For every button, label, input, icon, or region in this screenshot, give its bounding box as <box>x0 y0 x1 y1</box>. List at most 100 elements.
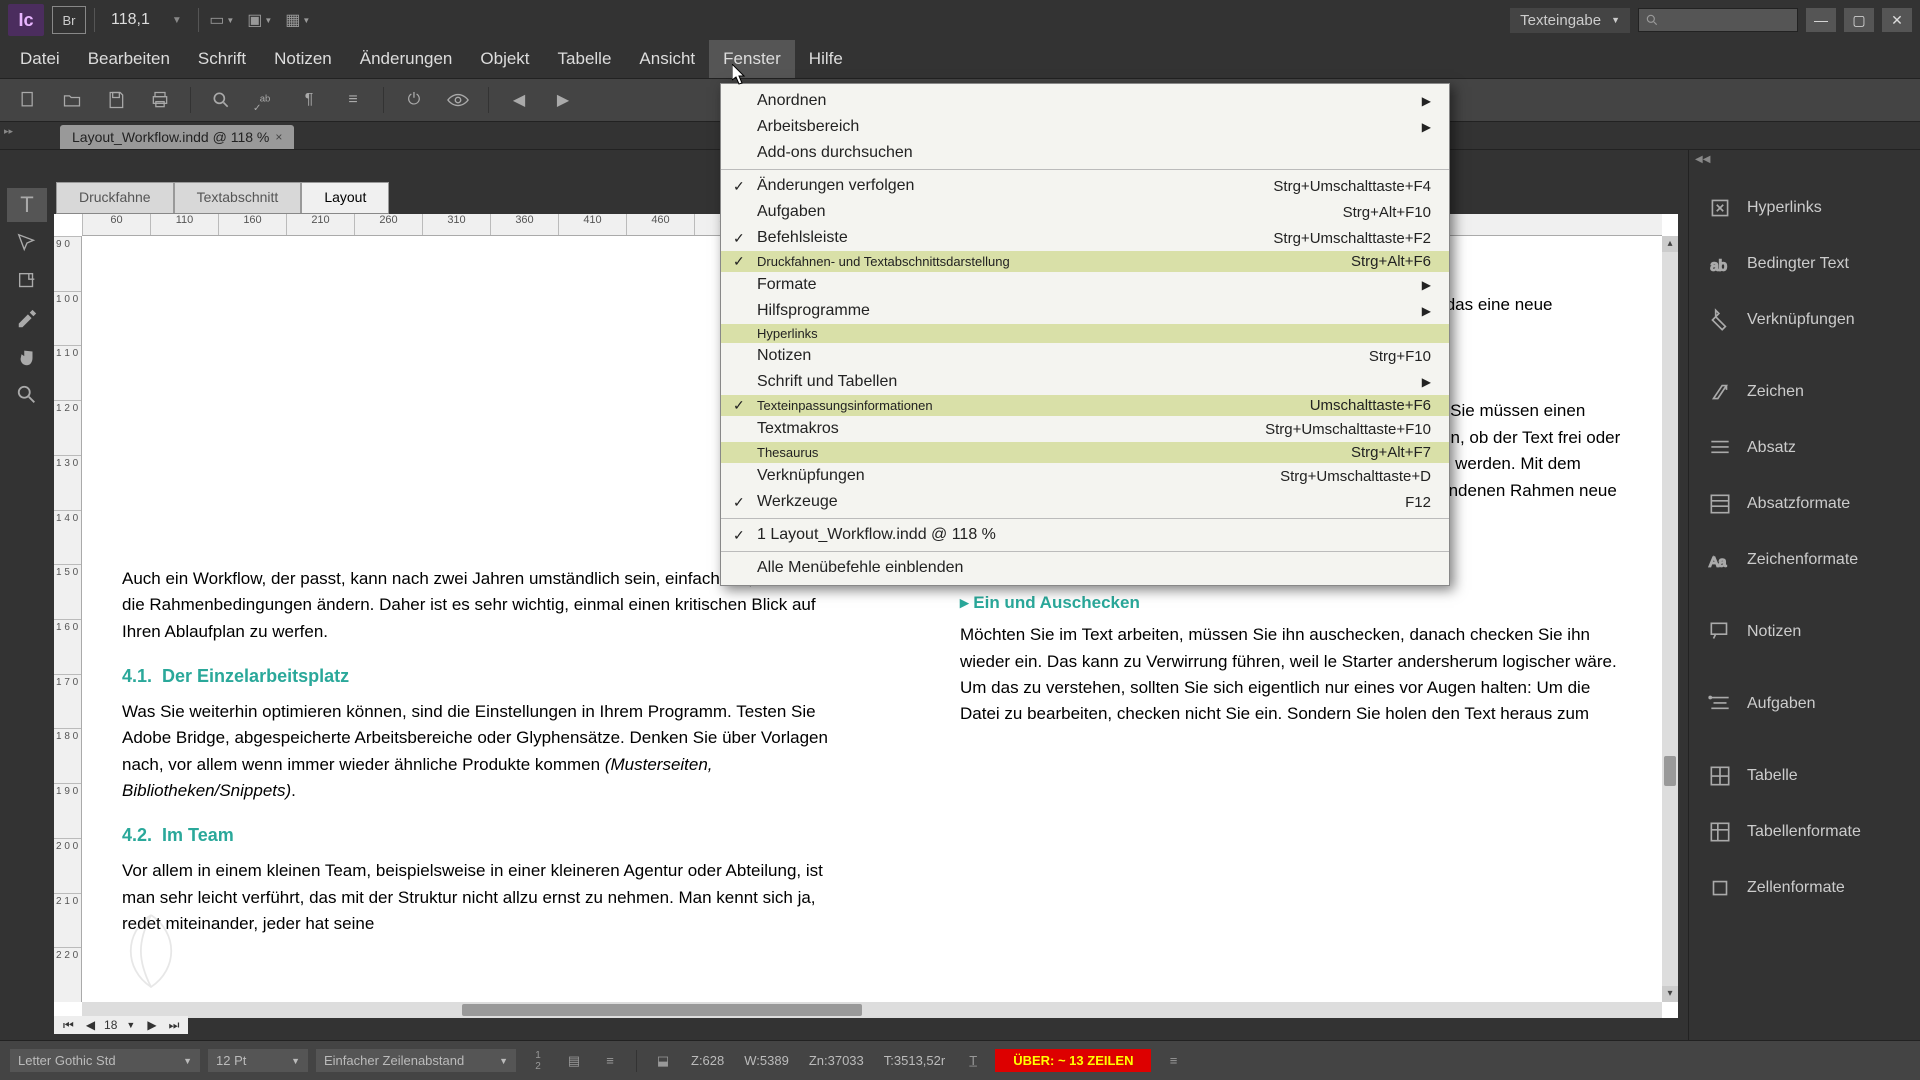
menu-icon[interactable]: ≡ <box>1159 1049 1187 1073</box>
menu-item[interactable]: VerknüpfungenStrg+Umschalttaste+D <box>721 463 1449 489</box>
scroll-down-icon[interactable]: ▾ <box>1662 986 1678 1002</box>
body-text[interactable]: Vor allem in einem kleinen Team, beispie… <box>122 858 832 937</box>
open-icon[interactable] <box>54 84 90 116</box>
nav-fwd-icon[interactable]: ▶ <box>545 84 581 116</box>
horizontal-scrollbar[interactable] <box>82 1002 1662 1018</box>
menu-änderungen[interactable]: Änderungen <box>346 40 467 78</box>
fit-icon[interactable]: T̲ <box>959 1049 987 1073</box>
menu-item[interactable]: Formate▶ <box>721 272 1449 298</box>
menu-notizen[interactable]: Notizen <box>260 40 346 78</box>
zoom-level[interactable]: 118,1▼ <box>103 9 190 31</box>
menu-bearbeiten[interactable]: Bearbeiten <box>74 40 184 78</box>
body-text[interactable]: Was Sie weiterhin optimieren können, sin… <box>122 699 832 804</box>
arrange-docs-icon[interactable]: ▦▼ <box>283 6 313 34</box>
panel-absatz[interactable]: Absatz <box>1689 420 1920 476</box>
panel-zeichenformate[interactable]: AaZeichenformate <box>1689 532 1920 588</box>
menu-objekt[interactable]: Objekt <box>466 40 543 78</box>
scroll-up-icon[interactable]: ▴ <box>1662 236 1678 252</box>
close-button[interactable]: ✕ <box>1882 8 1912 32</box>
menu-item[interactable]: 1 Layout_Workflow.indd @ 118 % <box>721 522 1449 548</box>
new-icon[interactable] <box>10 84 46 116</box>
nav-back-icon[interactable]: ◀ <box>501 84 537 116</box>
menu-ansicht[interactable]: Ansicht <box>625 40 709 78</box>
columns-icon[interactable]: 12 <box>524 1049 552 1073</box>
leading-selector[interactable]: Einfacher Zeilenabstand▼ <box>316 1049 516 1072</box>
menu-item[interactable]: TexteinpassungsinformationenUmschalttast… <box>721 395 1449 416</box>
vertical-scrollbar[interactable]: ▴ ▾ <box>1662 236 1678 1002</box>
collapse-panels-icon[interactable]: ◀◀ <box>1695 154 1710 165</box>
menu-item[interactable]: Alle Menübefehle einblenden <box>721 555 1449 581</box>
panel-hyperlinks[interactable]: Hyperlinks <box>1689 180 1920 236</box>
prev-page-icon[interactable]: ◀ <box>83 1018 98 1032</box>
menu-item[interactable]: Schrift und Tabellen▶ <box>721 369 1449 395</box>
workspace-selector[interactable]: Texteingabe▼ <box>1510 8 1630 33</box>
panel-tabelle[interactable]: Tabelle <box>1689 748 1920 804</box>
menu-item[interactable]: Druckfahnen- und Textabschnittsdarstellu… <box>721 251 1449 272</box>
menu-item[interactable]: Anordnen▶ <box>721 88 1449 114</box>
position-tool-icon[interactable] <box>7 226 47 260</box>
view-tab-layout[interactable]: Layout <box>301 182 389 213</box>
panel-bedingter-text[interactable]: abBedingter Text <box>1689 236 1920 292</box>
view-tab-druckfahne[interactable]: Druckfahne <box>56 182 174 213</box>
note-tool-icon[interactable] <box>7 264 47 298</box>
menu-item[interactable]: AufgabenStrg+Alt+F10 <box>721 199 1449 225</box>
menu-item[interactable]: Add-ons durchsuchen <box>721 140 1449 166</box>
last-page-icon[interactable]: ⏭ <box>166 1018 183 1033</box>
lines-icon[interactable]: ≡ <box>335 84 371 116</box>
font-size-selector[interactable]: 12 Pt▼ <box>208 1049 308 1072</box>
scrollbar-thumb[interactable] <box>1664 756 1676 786</box>
scrollbar-thumb[interactable] <box>462 1004 862 1016</box>
save-icon[interactable] <box>98 84 134 116</box>
maximize-button[interactable]: ▢ <box>1844 8 1874 32</box>
menu-tabelle[interactable]: Tabelle <box>544 40 626 78</box>
menu-item[interactable]: BefehlsleisteStrg+Umschalttaste+F2 <box>721 225 1449 251</box>
bridge-icon[interactable]: Br <box>52 6 86 34</box>
pilcrow-icon[interactable]: ¶ <box>291 84 327 116</box>
view-options-icon[interactable]: ▭▼ <box>207 6 237 34</box>
heading-4-1[interactable]: 4.1.Der Einzelarbeitsplatz <box>122 663 832 691</box>
first-page-icon[interactable]: ⏮ <box>60 1018 77 1033</box>
sub-heading[interactable]: Ein und Auschecken <box>960 590 1622 616</box>
panel-toggle-icon[interactable]: ▸▸ <box>4 128 13 135</box>
panel-zellenformate[interactable]: Zellenformate <box>1689 860 1920 916</box>
type-tool-icon[interactable]: T <box>7 188 47 222</box>
power-icon[interactable]: ⏻ <box>396 84 432 116</box>
document-tab[interactable]: Layout_Workflow.indd @ 118 %× <box>60 125 294 149</box>
panel-notizen[interactable]: Notizen <box>1689 604 1920 660</box>
menu-schrift[interactable]: Schrift <box>184 40 260 78</box>
menu-datei[interactable]: Datei <box>6 40 74 78</box>
font-family-selector[interactable]: Letter Gothic Std▼ <box>10 1049 200 1072</box>
menu-item[interactable]: NotizenStrg+F10 <box>721 343 1449 369</box>
menu-item[interactable]: Arbeitsbereich▶ <box>721 114 1449 140</box>
close-tab-icon[interactable]: × <box>275 130 282 144</box>
panel-absatzformate[interactable]: Absatzformate <box>1689 476 1920 532</box>
menu-item[interactable]: WerkzeugeF12 <box>721 489 1449 515</box>
eye-icon[interactable] <box>440 84 476 116</box>
body-text[interactable]: Möchten Sie im Text arbeiten, müssen Sie… <box>960 622 1622 727</box>
page-navigator[interactable]: ⏮ ◀ 18 ▼ ▶ ⏭ <box>54 1016 188 1034</box>
print-icon[interactable] <box>142 84 178 116</box>
next-page-icon[interactable]: ▶ <box>144 1018 159 1032</box>
justify-icon[interactable]: ≡ <box>596 1049 624 1073</box>
zoom-tool-icon[interactable] <box>7 378 47 412</box>
panel-zeichen[interactable]: Zeichen <box>1689 364 1920 420</box>
menu-item[interactable]: Hilfsprogramme▶ <box>721 298 1449 324</box>
menu-hilfe[interactable]: Hilfe <box>795 40 857 78</box>
menu-item[interactable]: ThesaurusStrg+Alt+F7 <box>721 442 1449 463</box>
menu-item[interactable]: Hyperlinks <box>721 324 1449 343</box>
panel-verknüpfungen[interactable]: Verknüpfungen <box>1689 292 1920 348</box>
panel-aufgaben[interactable]: Aufgaben <box>1689 676 1920 732</box>
menu-item[interactable]: Änderungen verfolgenStrg+Umschalttaste+F… <box>721 173 1449 199</box>
panel-tabellenformate[interactable]: Tabellenformate <box>1689 804 1920 860</box>
spellcheck-icon[interactable]: ᵃᵇ✓ <box>247 84 283 116</box>
menu-item[interactable]: TextmakrosStrg+Umschalttaste+F10 <box>721 416 1449 442</box>
heading-4-2[interactable]: 4.2.Im Team <box>122 822 832 850</box>
search-input[interactable] <box>1638 8 1798 32</box>
find-icon[interactable] <box>203 84 239 116</box>
stats-icon[interactable]: ⬓ <box>649 1049 677 1073</box>
eyedropper-tool-icon[interactable] <box>7 302 47 336</box>
page-number[interactable]: 18 <box>104 1018 117 1032</box>
hand-tool-icon[interactable] <box>7 340 47 374</box>
menu-fenster[interactable]: Fenster <box>709 40 795 78</box>
align-icon[interactable]: ▤ <box>560 1049 588 1073</box>
